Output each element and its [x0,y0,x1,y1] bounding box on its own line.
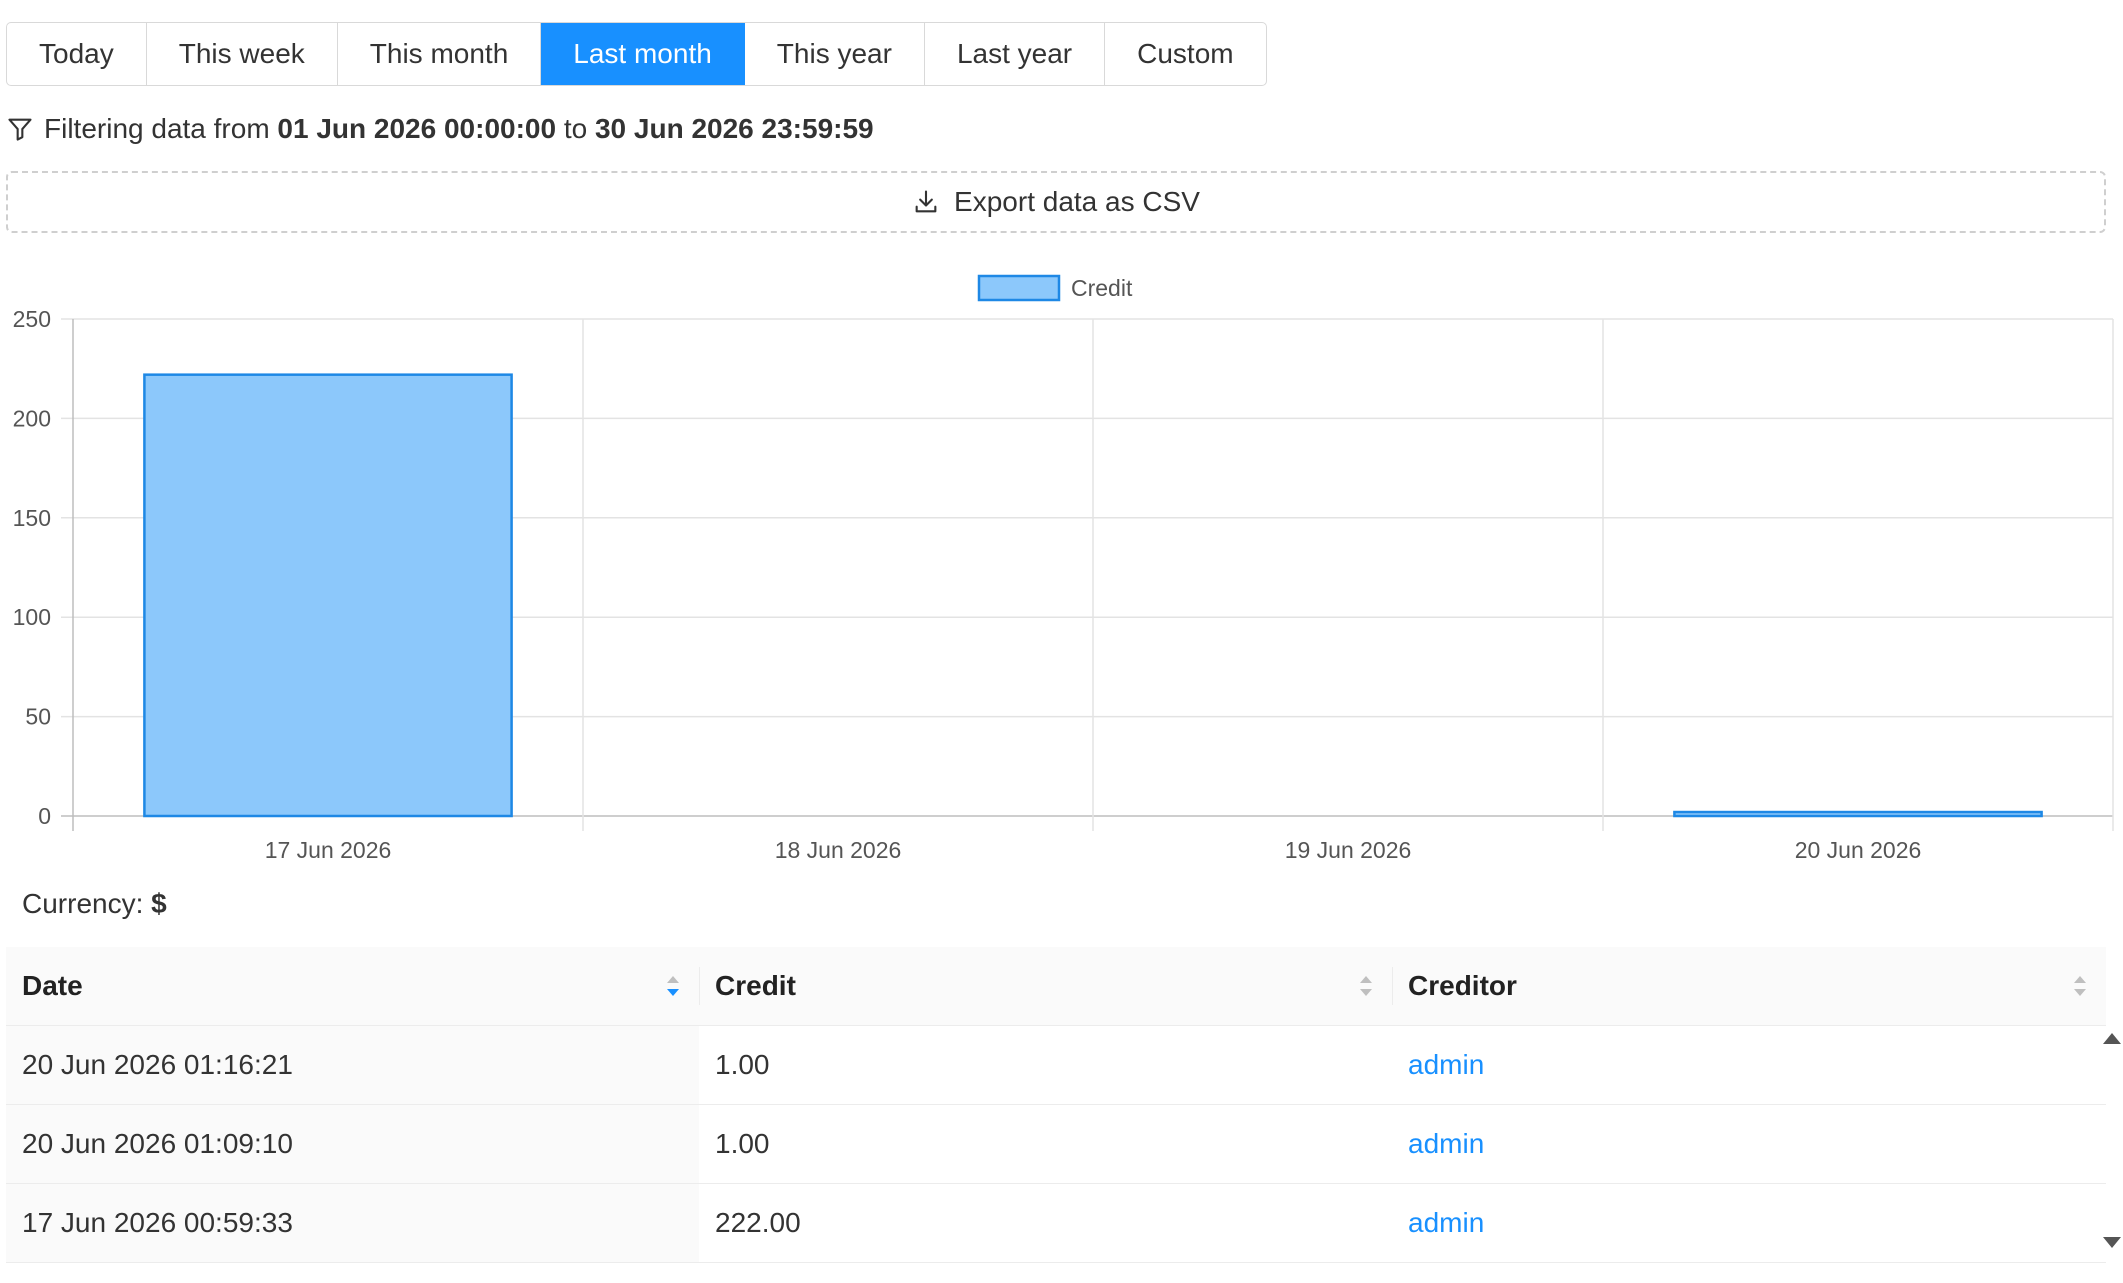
range-this-year-button[interactable]: This year [745,23,925,85]
scroll-up-arrow-icon[interactable] [2103,1033,2121,1044]
currency-label: Currency: [22,888,144,919]
cell-date: 20 Jun 2026 01:09:10 [6,1105,699,1183]
creditor-link[interactable]: admin [1392,1026,2106,1104]
table-header: Date Credit Creditor [6,947,2106,1026]
filter-to-date: 30 Jun 2026 23:59:59 [594,113,874,144]
table-row: 20 Jun 2026 01:09:10 1.00 admin [6,1105,2106,1184]
x-tick-label: 18 Jun 2026 [775,837,902,862]
filter-icon [8,118,32,141]
range-today-button[interactable]: Today [7,23,147,85]
scroll-down-arrow-icon[interactable] [2103,1237,2121,1248]
range-this-month-button[interactable]: This month [338,23,542,85]
column-header-creditor[interactable]: Creditor [1392,947,2106,1025]
legend-swatch [977,274,1061,302]
cell-date: 17 Jun 2026 00:59:33 [6,1184,699,1262]
y-tick-label: 250 [13,306,51,332]
range-last-month-button[interactable]: Last month [541,23,745,85]
credit-bar-chart: 0 50 100 150 200 250 17 Jun 2026 18 Jun 2026 19 … [13,274,2114,862]
x-tick-label: 20 Jun 2026 [1795,837,1922,862]
download-icon [915,190,937,213]
range-this-week-button[interactable]: This week [147,23,338,85]
sort-icon[interactable] [2072,971,2088,1001]
legend-label: Credit [1071,275,1133,301]
y-tick-label: 200 [13,405,51,431]
creditor-link[interactable]: admin [1392,1105,2106,1183]
filter-from-date: 01 Jun 2026 00:00:00 [277,113,557,144]
table-row: 17 Jun 2026 00:59:33 222.00 admin [6,1184,2106,1263]
sort-desc-icon[interactable] [665,971,681,1001]
filter-joiner: to [563,113,588,144]
bar [1673,810,2043,818]
filter-info: Filtering data from 01 Jun 2026 00:00:00… [6,109,874,149]
range-last-year-button[interactable]: Last year [925,23,1106,85]
column-header-credit-label: Credit [715,970,796,1001]
column-header-creditor-label: Creditor [1408,970,1517,1001]
y-tick-label: 0 [38,803,51,829]
x-tick-label: 19 Jun 2026 [1285,837,1412,862]
date-range-selector: Today This week This month Last month Th… [6,22,1267,86]
credit-chart: 0 50 100 150 200 250 17 Jun 2026 18 Jun 2026 19 … [0,262,2123,862]
table-body: 20 Jun 2026 01:16:21 1.00 admin 20 Jun 2… [6,1026,2106,1263]
cell-credit: 1.00 [715,1128,770,1159]
cell-date: 20 Jun 2026 01:16:21 [6,1026,699,1104]
range-custom-button[interactable]: Custom [1105,23,1265,85]
credit-table: Date Credit Creditor 20 Jun 2026 01:16:2… [6,947,2106,1263]
creditor-link[interactable]: admin [1392,1184,2106,1262]
bar [143,373,513,818]
cell-credit: 222.00 [715,1207,801,1238]
y-tick-label: 150 [13,505,51,531]
export-csv-button[interactable]: Export data as CSV [6,171,2106,233]
y-tick-label: 50 [25,704,51,730]
column-header-date-label: Date [22,970,83,1001]
currency-info: Currency: $ [22,888,167,920]
column-header-date[interactable]: Date [6,947,699,1025]
y-tick-label: 100 [13,604,51,630]
x-tick-label: 17 Jun 2026 [265,837,392,862]
table-row: 20 Jun 2026 01:16:21 1.00 admin [6,1026,2106,1105]
filter-prefix: Filtering data from [44,113,270,144]
cell-credit: 1.00 [715,1049,770,1080]
currency-symbol: $ [151,888,167,919]
column-header-credit[interactable]: Credit [699,947,1392,1025]
sort-icon[interactable] [1358,971,1374,1001]
export-csv-label: Export data as CSV [954,186,1200,217]
